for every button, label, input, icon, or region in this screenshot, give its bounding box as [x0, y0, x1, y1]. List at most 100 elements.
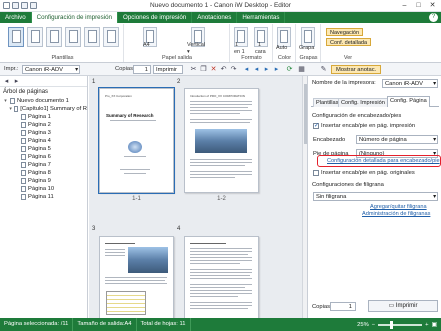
tree-root[interactable]: ▾ Nuevo documento 1: [0, 97, 87, 105]
page-thumbnail-1[interactable]: Pro_XX Corporation Summary of Research: [98, 87, 175, 194]
menu-tab-configuracion-impresion[interactable]: Configuración de impresión: [31, 12, 118, 23]
conf-detallada-toggle[interactable]: Conf. detallada: [326, 38, 371, 46]
next-page-icon[interactable]: ▸: [263, 66, 270, 73]
zoom-slider[interactable]: [378, 320, 423, 329]
zoom-in-icon[interactable]: +: [425, 322, 428, 328]
rotate-icon[interactable]: ⟳: [286, 66, 293, 73]
undo-icon[interactable]: ↶: [220, 66, 227, 73]
tree-page-item[interactable]: Página 10: [0, 185, 87, 193]
menu-tab-anotaciones[interactable]: Anotaciones: [192, 12, 238, 23]
page-thumbnail-3[interactable]: [99, 236, 174, 318]
close-button[interactable]: ✕: [426, 1, 439, 10]
annotation-icon[interactable]: ✎: [320, 66, 327, 73]
page-thumbnail-2[interactable]: Introduction of PRO_XX CORPORATION: [184, 88, 259, 193]
encabezado-select[interactable]: Número de página ▾: [356, 135, 438, 144]
duplex-value[interactable]: 1: [258, 42, 261, 48]
maximize-button[interactable]: □: [412, 1, 425, 10]
thumb-header: Introduction of PRO_XX CORPORATION: [190, 94, 245, 98]
page-caption: 1-2: [217, 196, 226, 202]
redo-icon[interactable]: ↷: [230, 66, 237, 73]
insert-original-checkbox[interactable]: [313, 170, 319, 176]
page-preview-area: 1 2 Pro_XX Corporation Summary of Resear…: [89, 76, 307, 318]
add-remove-watermark-link[interactable]: Agregar/quitar filigrana: [370, 204, 427, 210]
ribbon-group-formato: 1 en 1 1 cara Formato: [231, 24, 273, 62]
menu-tab-herramientas[interactable]: Herramientas: [237, 12, 286, 23]
tree-page-item[interactable]: Página 6: [0, 153, 87, 161]
tree-page-item[interactable]: Página 2: [0, 121, 87, 129]
first-page-icon[interactable]: ◂: [243, 66, 250, 73]
tree-page-item[interactable]: Página 9: [0, 177, 87, 185]
fit-page-icon[interactable]: ▣: [432, 322, 437, 328]
insert-header-footer-checkbox[interactable]: ✓: [313, 123, 319, 129]
status-output-size: Tamaño de salida:A4: [73, 318, 137, 331]
tree-page-item[interactable]: Página 7: [0, 161, 87, 169]
copies-input[interactable]: 1: [133, 65, 151, 74]
staple-icon[interactable]: [301, 27, 315, 47]
template-button-2[interactable]: [27, 27, 43, 47]
save-icon[interactable]: [12, 2, 19, 9]
tree-page-label: Página 9: [28, 178, 51, 184]
template-button-1[interactable]: [8, 27, 24, 47]
printer-name-select[interactable]: Canon iR-ADV ▾: [382, 79, 438, 88]
zoom-out-icon[interactable]: −: [372, 322, 375, 328]
navegacion-toggle[interactable]: Navegación: [326, 28, 364, 36]
page-list: Página 1 Página 2 Página 3 Página 4 Pági…: [0, 113, 87, 201]
collapse-icon[interactable]: ▾: [9, 105, 12, 113]
pages-per-sheet-value[interactable]: 1: [235, 42, 238, 48]
tree-page-item[interactable]: Página 4: [0, 137, 87, 145]
watermark-admin-link[interactable]: Administración de filigranas: [362, 211, 430, 217]
copies-input[interactable]: 1: [330, 302, 356, 311]
menu-tab-archivo[interactable]: Archivo: [0, 12, 32, 23]
template-button-3[interactable]: [46, 27, 62, 47]
page-number: 1: [92, 79, 96, 85]
tree-page-item[interactable]: Página 1: [0, 113, 87, 121]
orientation-label[interactable]: Vertical: [187, 42, 205, 48]
prev-page-icon[interactable]: ◂: [253, 66, 260, 73]
tree-page-item[interactable]: Página 11: [0, 193, 87, 201]
delete-icon[interactable]: ✕: [210, 66, 217, 73]
printer-select[interactable]: Canon iR-ADV ▾: [22, 65, 80, 74]
tree-page-item[interactable]: Página 5: [0, 145, 87, 153]
help-icon[interactable]: ?: [429, 13, 438, 22]
status-total-sheets: Total de hojas: 11: [137, 318, 191, 331]
page-tree-toolbar: ◂ ▸: [0, 76, 87, 87]
last-page-icon[interactable]: ▸: [273, 66, 280, 73]
thumb-photo: [128, 247, 168, 273]
printer-name-value: Canon iR-ADV: [385, 81, 424, 87]
tab-config-pagina[interactable]: Config. Página: [387, 96, 430, 107]
collapse-icon[interactable]: ▾: [3, 97, 8, 105]
tree-page-item[interactable]: Página 3: [0, 129, 87, 137]
template-button-4[interactable]: [65, 27, 81, 47]
tab-config-impresion[interactable]: Config. Impresión: [338, 98, 388, 107]
copy-icon[interactable]: ❐: [200, 66, 207, 73]
collapse-icon[interactable]: ◂: [3, 78, 10, 85]
menu-tab-opciones-impresion[interactable]: Opciones de impresión: [118, 12, 193, 23]
tree-page-item[interactable]: Página 8: [0, 169, 87, 177]
printer-icon: ▭: [388, 303, 396, 309]
staple-value[interactable]: Grapa: [299, 45, 314, 51]
undo-icon[interactable]: [30, 2, 37, 9]
expand-icon[interactable]: ▸: [13, 78, 20, 85]
printer-name-label: Nombre de la impresora:: [312, 80, 376, 86]
print-dropdown-button[interactable]: Imprimir: [153, 65, 183, 74]
cut-icon[interactable]: ✂: [190, 66, 197, 73]
view-mode-icon[interactable]: ▦: [298, 66, 305, 73]
color-mode-value[interactable]: Auto: [276, 45, 287, 51]
window-title: Nuevo documento 1 - Canon iW Desktop - E…: [150, 2, 291, 9]
minimize-button[interactable]: –: [398, 1, 411, 10]
color-mode-icon[interactable]: [277, 27, 291, 47]
page-icon: [21, 154, 26, 160]
chevron-down-icon: ▾: [433, 194, 436, 200]
print-icon[interactable]: [21, 2, 28, 9]
status-selected-page: Página seleccionada: /11: [0, 318, 74, 331]
watermark-select[interactable]: Sin filigrana ▾: [313, 192, 438, 201]
paper-size-label[interactable]: A4: [143, 42, 150, 48]
detailed-header-footer-link[interactable]: Configuración detallada para encabezado/…: [327, 158, 440, 164]
zoom-slider-knob[interactable]: [390, 320, 394, 329]
print-button[interactable]: ▭ Imprimir: [368, 300, 438, 312]
page-thumbnail-4[interactable]: [184, 236, 259, 318]
tree-chapter[interactable]: ▾ [Capítulo1] Summary of R: [0, 105, 87, 113]
template-button-5[interactable]: [84, 27, 100, 47]
template-button-6[interactable]: [103, 27, 119, 47]
show-annotations-button[interactable]: Mostrar anotac.: [331, 65, 382, 74]
